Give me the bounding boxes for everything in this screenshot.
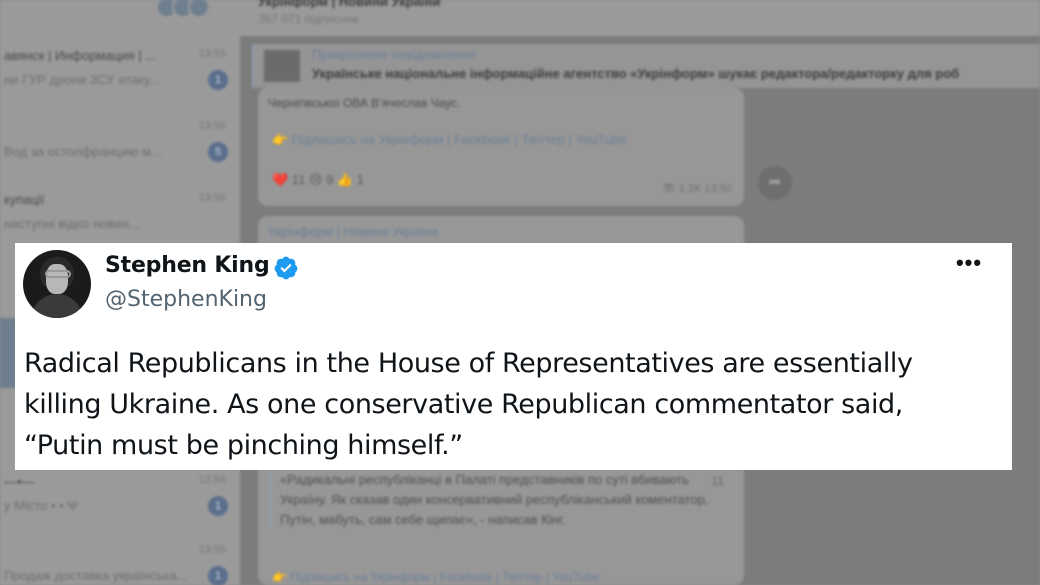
pinned-thumbnail (264, 50, 300, 82)
chat-name: —•— (4, 474, 35, 489)
unread-badge: 1 (208, 496, 228, 516)
unread-badge: 5 (208, 142, 228, 162)
message-bubble[interactable]: Чернігівської ОВА В’ячеслав Чаус. 👉 Підп… (258, 88, 744, 206)
chat-time: 13:58 (198, 192, 226, 204)
message-links[interactable]: 👉 Підпишись на Укрінформ | Facebook | Тв… (272, 132, 627, 148)
chat-list-item[interactable]: авянск | Информация | ... 13:59 ни ГУР д… (0, 40, 240, 110)
tweet-text-line: Radical Republicans in the House of Repr… (24, 348, 913, 379)
channel-title: Укрінформ | Новини України (258, 0, 441, 9)
display-name[interactable]: Stephen King (105, 253, 270, 278)
avatar-glasses (45, 270, 71, 278)
avatar-face (46, 264, 68, 294)
chat-preview: наступні відєо новин... (4, 216, 140, 231)
channel-subscribers: 357 071 підписник (258, 12, 359, 26)
chat-header[interactable]: Укрінформ | Новини України 357 071 підпи… (240, 0, 1040, 36)
message-meta: 👁 1.2K 13:50 (661, 183, 732, 195)
chat-name: купації (4, 192, 45, 207)
message-reactions[interactable]: ❤️ 11 😢 9 👍 1 (272, 172, 364, 188)
avatar (188, 0, 210, 18)
pinned-label: Прикріплене повідомлення (312, 47, 476, 62)
user-handle[interactable]: @StephenKing (105, 287, 267, 312)
message-count: 11 (711, 474, 724, 488)
avatar[interactable] (23, 250, 91, 318)
chat-time: 13:58 (198, 120, 226, 132)
share-icon[interactable]: ➦ (758, 166, 792, 200)
message-text: Чернігівської ОВА В’ячеслав Чаус. (268, 96, 461, 110)
tweet-card: Stephen King @StephenKing ••• Radical Re… (15, 243, 1012, 470)
tweet-text-line: killing Ukraine. As one conservative Rep… (24, 389, 903, 420)
chat-list-item[interactable]: —•— 13:56 у Місто • • Ψ 1 (0, 466, 240, 536)
chat-preview: у Місто • • Ψ (4, 498, 79, 513)
message-quote: «Радикальні республіканці в Палаті предс… (270, 470, 710, 530)
chat-preview: Продаж доставка українська... (4, 568, 188, 583)
chat-name: авянск | Информация | ... (4, 48, 157, 63)
unread-badge: 1 (208, 566, 228, 585)
avatar-shirt (31, 294, 83, 318)
more-options-icon[interactable]: ••• (951, 252, 987, 281)
chat-time: 13:59 (198, 48, 226, 60)
tweet-text: Radical Republicans in the House of Repr… (24, 343, 1004, 466)
verified-badge-icon (274, 256, 298, 280)
chat-list-item[interactable]: 13:58 Вод за остолфранцию м... 5 (0, 112, 240, 182)
chat-time: 13:56 (198, 474, 226, 486)
chat-list-item[interactable]: 13:55 Продаж доставка українська... 1 (0, 536, 240, 585)
chat-preview: ни ГУР дрони ЗСУ атаку... (4, 72, 161, 87)
pinned-text: Українське національне інформаційне аген… (312, 66, 960, 81)
tweet-text-line: “Putin must be pinching himself.” (24, 430, 463, 461)
folder-avatars (156, 0, 226, 20)
message-author: Укрінформ | Новини України (268, 224, 439, 239)
message-links[interactable]: 👉 Підпишись на Укрінформ | Facebook | Тв… (272, 570, 599, 584)
chat-preview: Вод за остолфранцию м... (4, 144, 162, 159)
unread-badge: 1 (208, 70, 228, 90)
chat-time: 13:55 (198, 544, 226, 556)
pinned-message-bar[interactable]: Прикріплене повідомлення Українське наці… (252, 44, 1040, 88)
